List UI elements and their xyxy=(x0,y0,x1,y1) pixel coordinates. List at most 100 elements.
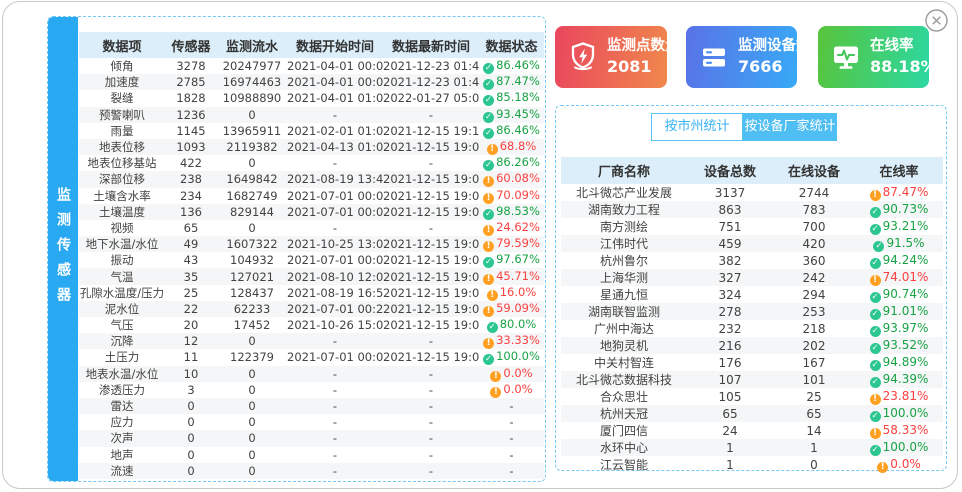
vendor-table-row: 地狗灵机216202✓93.52% xyxy=(561,337,943,354)
flow-count: 13965911 xyxy=(217,123,287,139)
data-item: 土压力 xyxy=(79,349,165,365)
device-online: 783 xyxy=(773,201,855,218)
sensor-count: 3 xyxy=(165,382,217,398)
start-time: 2021-10-26 15:00 xyxy=(287,317,383,333)
status-percent: 94.89% xyxy=(883,355,929,369)
monitor-pulse-icon xyxy=(830,41,862,73)
column-header: 设备总数 xyxy=(687,157,773,184)
check-circle-icon: ✓ xyxy=(870,292,881,303)
data-item: 土壤含水率 xyxy=(79,188,165,204)
device-online: 242 xyxy=(773,269,855,286)
latest-time: 2021-12-15 19:12 xyxy=(383,123,479,139)
vendor-table-row: 星通九恒324294✓90.74% xyxy=(561,286,943,303)
start-time: - xyxy=(287,382,383,398)
status-cell: !16.0% xyxy=(479,285,544,301)
data-item: 地下水温/水位 xyxy=(79,236,165,252)
warning-circle-icon: ! xyxy=(483,225,494,236)
sensor-panel: 监测传感器 数据项传感器监测流水数据开始时间数据最新时间数据状态 倾角32782… xyxy=(47,16,546,482)
device-total: 65 xyxy=(687,405,773,422)
sensor-table-row: 雨量1145139659112021-02-01 01:012021-12-15… xyxy=(79,123,544,139)
start-time: 2021-07-01 00:05 xyxy=(287,349,383,365)
vendor-table: 厂商名称设备总数在线设备在线率 北斗微芯产业发展31372744!87.47%湖… xyxy=(561,157,943,473)
start-time: - xyxy=(287,366,383,382)
status-cell: ✓100.0% xyxy=(479,349,544,365)
flow-count: 0 xyxy=(217,414,287,430)
sensor-table-row: 渗透压力30--!0.0% xyxy=(79,382,544,398)
tab-by-vendor[interactable]: 按设备厂家统计 xyxy=(743,113,837,141)
status-cell: - xyxy=(479,430,544,446)
vendor-table-row: 厦门四信2414!58.33% xyxy=(561,422,943,439)
vendor-table-row: 湖南联智监测278253✓91.01% xyxy=(561,303,943,320)
check-circle-icon: ✓ xyxy=(483,112,494,123)
flow-count: 104932 xyxy=(217,252,287,268)
check-circle-icon: ✓ xyxy=(870,377,881,388)
sensor-table-row: 雷达00--- xyxy=(79,398,544,414)
latest-time: 2021-12-15 19:05 xyxy=(383,252,479,268)
device-total: 3137 xyxy=(687,184,773,201)
status-cell: ✓94.24% xyxy=(855,252,943,269)
column-header: 在线设备 xyxy=(773,157,855,184)
status-percent: 60.08% xyxy=(496,171,540,185)
sensor-count: 20 xyxy=(165,317,217,333)
latest-time: 2021-12-15 19:00 xyxy=(383,268,479,284)
device-online: 360 xyxy=(773,252,855,269)
device-online: 253 xyxy=(773,303,855,320)
status-percent: 94.24% xyxy=(883,253,929,267)
stat-card-monitor-points: 监测点数量 2081 xyxy=(555,26,667,88)
warning-circle-icon: ! xyxy=(483,176,494,187)
flow-count: 17452 xyxy=(217,317,287,333)
vendor-table-row: 中关村智连176167✓94.89% xyxy=(561,354,943,371)
sensor-table-row: 地表水温/水位100--!0.0% xyxy=(79,366,544,382)
status-cell: ✓90.74% xyxy=(855,286,943,303)
warning-circle-icon: ! xyxy=(870,275,881,286)
sensor-count: 0 xyxy=(165,414,217,430)
latest-time: 2021-12-15 19:05 xyxy=(383,285,479,301)
sensor-count: 422 xyxy=(165,155,217,171)
sensor-table-row: 倾角3278202479772021-04-01 00:012021-12-23… xyxy=(79,58,544,74)
status-percent: 45.71% xyxy=(496,269,540,283)
data-item: 孔隙水温度/压力 xyxy=(79,285,165,301)
monitoring-dashboard-modal: 监测传感器 数据项传感器监测流水数据开始时间数据最新时间数据状态 倾角32782… xyxy=(2,1,958,489)
sensor-table-row: 土壤温度1368291442021-07-01 00:002021-12-15 … xyxy=(79,204,544,220)
status-cell: ✓93.97% xyxy=(855,320,943,337)
column-header: 厂商名称 xyxy=(561,157,687,184)
vendor-table-row: 北斗微芯数据科技107101✓94.39% xyxy=(561,371,943,388)
data-item: 应力 xyxy=(79,414,165,430)
vendor-name: 湖南联智监测 xyxy=(561,303,687,320)
sensor-table-header: 数据项传感器监测流水数据开始时间数据最新时间数据状态 xyxy=(79,32,544,58)
flow-count: 0 xyxy=(217,463,287,479)
flow-count: 127021 xyxy=(217,268,287,284)
stat-card-online-rate: 在线率 88.18% xyxy=(818,26,929,88)
status-cell: ✓100.0% xyxy=(855,405,943,422)
status-cell: ✓90.73% xyxy=(855,201,943,218)
status-cell: !58.33% xyxy=(855,422,943,439)
warning-circle-icon: ! xyxy=(870,190,881,201)
status-percent: 68.8% xyxy=(500,139,537,153)
warning-circle-icon: ! xyxy=(487,144,498,155)
status-cell: - xyxy=(479,398,544,414)
device-online: 14 xyxy=(773,422,855,439)
status-percent: 85.18% xyxy=(496,90,540,104)
card-value: 7666 xyxy=(738,56,811,77)
tab-by-city[interactable]: 按市州统计 xyxy=(651,113,743,141)
start-time: 2021-07-01 00:21 xyxy=(287,301,383,317)
flow-count: 0 xyxy=(217,382,287,398)
latest-time: - xyxy=(383,398,479,414)
start-time: - xyxy=(287,333,383,349)
stat-card-device-count: 监测设备数 7666 xyxy=(686,26,797,88)
status-percent: 90.73% xyxy=(883,202,929,216)
warning-circle-icon: ! xyxy=(490,387,501,398)
check-circle-icon: ✓ xyxy=(870,258,881,269)
device-online: 294 xyxy=(773,286,855,303)
flow-count: 0 xyxy=(217,447,287,463)
status-percent: 91.01% xyxy=(883,304,929,318)
status-percent: 93.52% xyxy=(883,338,929,352)
warning-circle-icon: ! xyxy=(483,306,494,317)
sensor-count: 0 xyxy=(165,463,217,479)
vendor-panel-tabs: 按市州统计 按设备厂家统计 xyxy=(651,113,837,141)
start-time: 2021-04-01 00:01 xyxy=(287,58,383,74)
data-item: 加速度 xyxy=(79,74,165,90)
column-header: 数据开始时间 xyxy=(287,32,383,58)
data-item: 地表位移 xyxy=(79,139,165,155)
sensor-table-row: 加速度2785169744632021-04-01 00:012021-12-2… xyxy=(79,74,544,90)
